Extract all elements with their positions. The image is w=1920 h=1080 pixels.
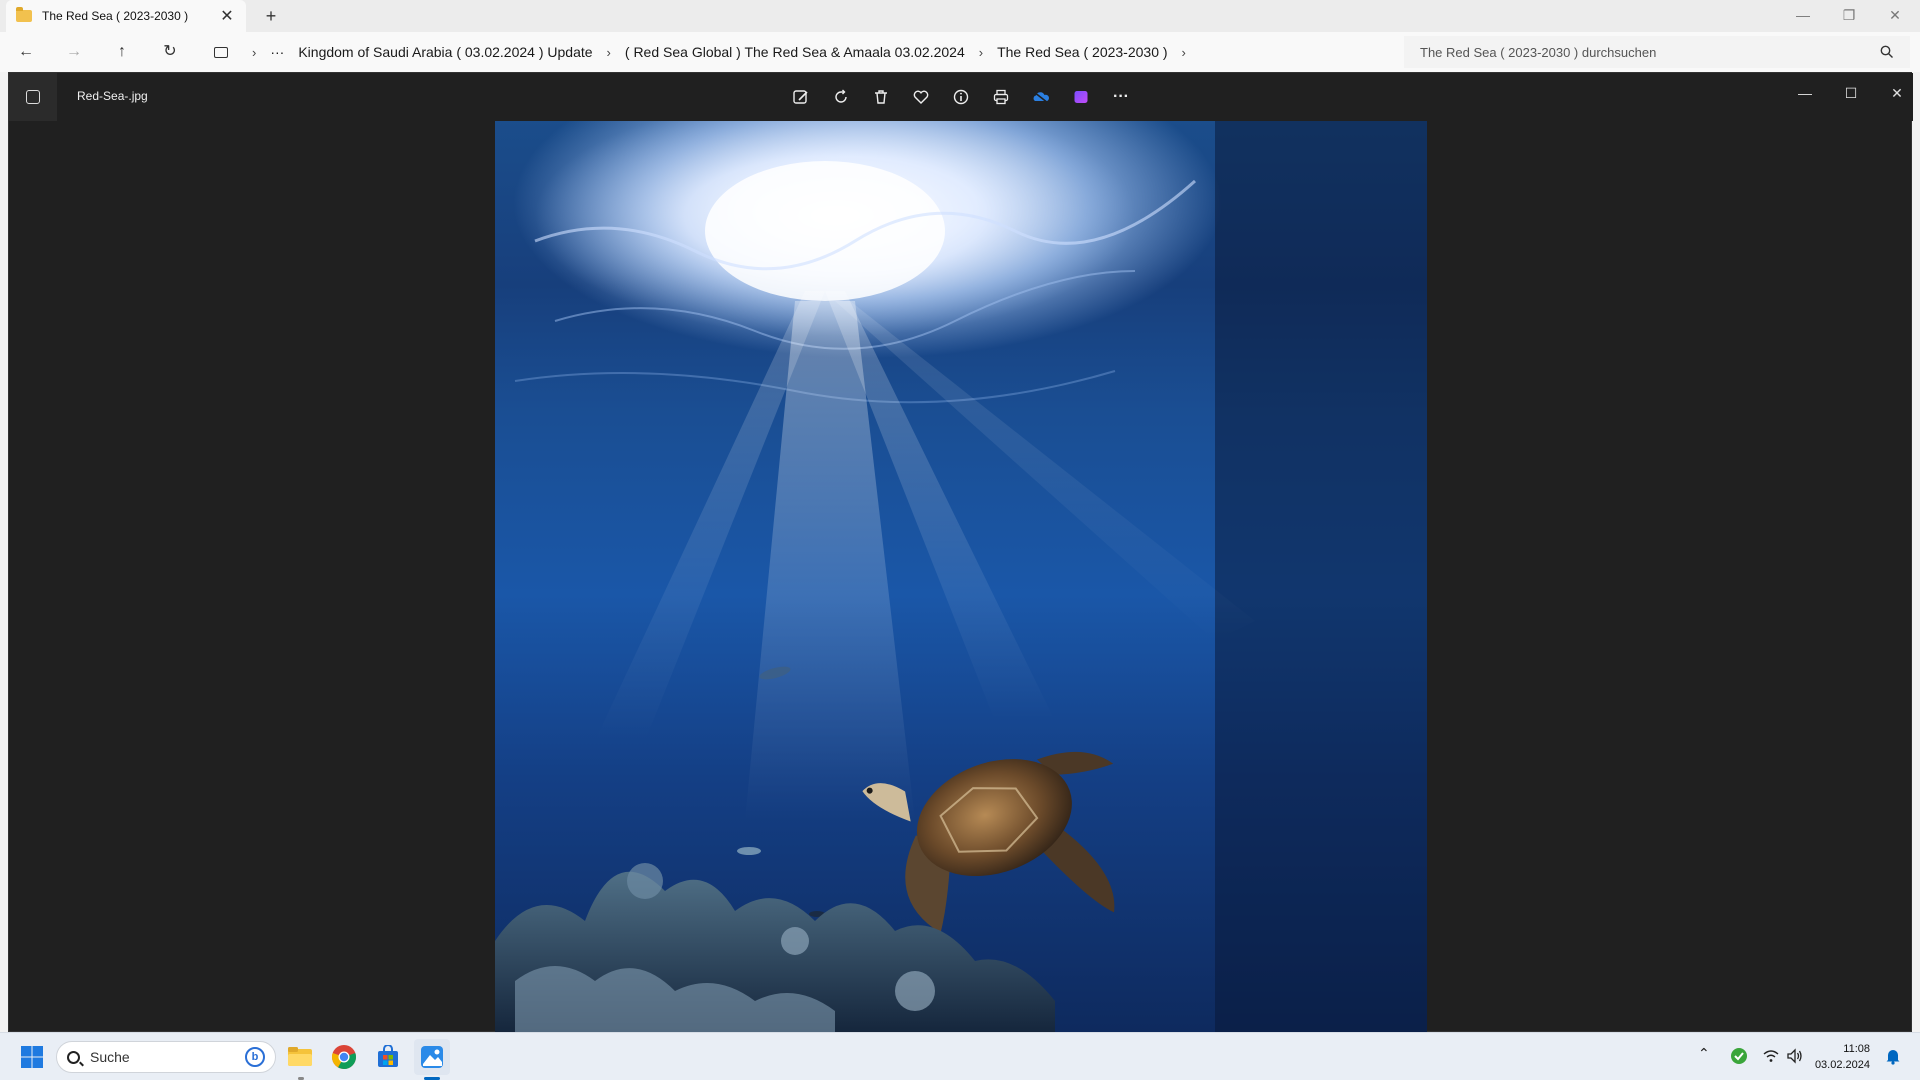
tray-overflow-chevron-icon[interactable]: ⌃ (1698, 1045, 1710, 1062)
photos-app-icon[interactable] (9, 73, 57, 121)
taskbar-search-input[interactable]: Suche b (56, 1041, 276, 1073)
folder-icon (16, 7, 32, 22)
chevron-right-icon[interactable]: › (607, 45, 611, 60)
up-button[interactable]: ↑ (108, 40, 136, 64)
photo-red-sea-turtle[interactable] (495, 121, 1427, 1033)
tray-clock[interactable]: 11:08 03.02.2024 (1800, 1041, 1870, 1073)
new-tab-button[interactable]: + (258, 4, 284, 28)
breadcrumb-item-saudi-arabia[interactable]: Kingdom of Saudi Arabia ( 03.02.2024 ) U… (298, 44, 592, 60)
refresh-button[interactable]: ↻ (156, 40, 184, 64)
photo-filename: Red-Sea-.jpg (77, 89, 148, 103)
onedrive-icon[interactable] (1029, 85, 1053, 109)
print-icon[interactable] (989, 85, 1013, 109)
forward-button[interactable]: → (60, 40, 88, 64)
photos-window: Red-Sea-.jpg ··· — ☐ ✕ (8, 72, 1913, 1033)
explorer-minimize-button[interactable]: — (1780, 0, 1826, 30)
clock-time: 11:08 (1843, 1043, 1870, 1055)
tab-close-icon[interactable]: ✕ (218, 6, 236, 26)
file-explorer-icon[interactable] (282, 1039, 318, 1075)
this-pc-icon[interactable] (214, 46, 228, 58)
info-icon[interactable] (949, 85, 973, 109)
windows-logo-icon (21, 1046, 43, 1068)
bing-icon[interactable]: b (245, 1047, 265, 1067)
photos-minimize-button[interactable]: — (1785, 81, 1825, 105)
security-shield-icon[interactable] (1730, 1047, 1748, 1070)
explorer-tab-strip: The Red Sea ( 2023-2030 ) ✕ + — ❐ ✕ (0, 0, 1920, 32)
rotate-icon[interactable] (829, 85, 853, 109)
wifi-icon[interactable] (1762, 1047, 1780, 1070)
back-button[interactable]: ← (12, 40, 40, 64)
search-icon (1880, 45, 1893, 58)
search-icon (67, 1050, 80, 1064)
chrome-icon[interactable] (326, 1039, 362, 1075)
tab-title: The Red Sea ( 2023-2030 ) (42, 9, 189, 23)
explorer-close-button[interactable]: ✕ (1872, 0, 1918, 30)
clipchamp-icon[interactable] (1069, 85, 1093, 109)
more-icon[interactable]: ··· (1109, 85, 1133, 109)
photos-title-bar: Red-Sea-.jpg ··· — ☐ ✕ (9, 73, 1913, 121)
explorer-address-bar: ← → ↑ ↻ › ··· Kingdom of Saudi Arabia ( … (0, 32, 1920, 72)
chevron-right-icon[interactable]: › (979, 45, 983, 60)
tab-the-red-sea[interactable]: The Red Sea ( 2023-2030 ) ✕ (6, 0, 246, 32)
delete-icon[interactable] (869, 85, 893, 109)
explorer-restore-button[interactable]: ❐ (1826, 0, 1872, 30)
photos-close-button[interactable]: ✕ (1877, 81, 1917, 105)
store-icon[interactable] (370, 1039, 406, 1075)
photos-maximize-button[interactable]: ☐ (1831, 81, 1871, 105)
image-icon (26, 90, 40, 104)
photos-icon[interactable] (414, 1039, 450, 1075)
start-button[interactable] (14, 1039, 50, 1075)
breadcrumb-more[interactable]: ··· (270, 44, 284, 60)
photos-toolbar: ··· (789, 85, 1133, 109)
taskbar: Suche b ⌃ 11:08 03.02.2024 (0, 1032, 1920, 1080)
clock-date: 03.02.2024 (1814, 1059, 1870, 1071)
breadcrumb: › ··· Kingdom of Saudi Arabia ( 03.02.20… (204, 38, 1400, 66)
notification-bell-icon[interactable] (1884, 1047, 1902, 1070)
chevron-right-icon[interactable]: › (1182, 45, 1186, 60)
breadcrumb-item-the-red-sea[interactable]: The Red Sea ( 2023-2030 ) (997, 44, 1167, 60)
edit-icon[interactable] (789, 85, 813, 109)
underwater-scene-image (495, 121, 1427, 1033)
taskbar-search-label: Suche (90, 1049, 130, 1065)
favorite-icon[interactable] (909, 85, 933, 109)
search-placeholder: The Red Sea ( 2023-2030 ) durchsuchen (1420, 44, 1657, 60)
breadcrumb-item-red-sea-global[interactable]: ( Red Sea Global ) The Red Sea & Amaala … (625, 44, 965, 60)
chevron-right-icon[interactable]: › (252, 45, 256, 60)
explorer-search-input[interactable]: The Red Sea ( 2023-2030 ) durchsuchen (1404, 36, 1910, 68)
